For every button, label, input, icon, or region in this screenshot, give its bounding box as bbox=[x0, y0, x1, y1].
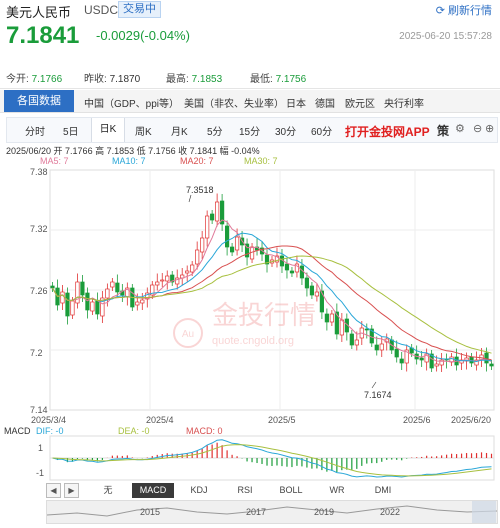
macd-tick: 1 bbox=[38, 443, 44, 453]
candle-body bbox=[85, 292, 90, 311]
candle-body bbox=[349, 333, 354, 346]
candle-body bbox=[394, 348, 399, 358]
candle-body bbox=[484, 352, 489, 364]
high-annotation: 7.3518 bbox=[186, 185, 214, 195]
indicator-tab-rsi[interactable]: RSI bbox=[224, 483, 266, 498]
candle-body bbox=[374, 344, 379, 351]
candle-body bbox=[234, 236, 240, 251]
overview-year: 2019 bbox=[314, 507, 335, 517]
candle-body bbox=[195, 249, 200, 265]
indicator-tabs: 无 MACD KDJ RSI BOLL WR DMI bbox=[46, 483, 496, 498]
range-overview[interactable] bbox=[46, 500, 498, 524]
candle-body bbox=[399, 358, 404, 364]
candle-body bbox=[304, 277, 310, 289]
candle-body bbox=[324, 313, 329, 323]
x-tick: 2025/4 bbox=[146, 415, 174, 425]
candle-body bbox=[185, 270, 190, 274]
macd-value: MACD: 0 bbox=[186, 426, 223, 436]
candle-body bbox=[284, 263, 290, 271]
candle-body bbox=[105, 288, 110, 299]
candle-body bbox=[65, 292, 70, 317]
indicator-tab-wr[interactable]: WR bbox=[316, 483, 358, 498]
indicator-tab-dmi[interactable]: DMI bbox=[362, 483, 404, 498]
candle-body bbox=[289, 270, 295, 274]
indicator-tab-boll[interactable]: BOLL bbox=[270, 483, 312, 498]
candle-body bbox=[80, 281, 85, 296]
candle-body bbox=[205, 215, 210, 239]
watermark-url: quote.cngold.org bbox=[212, 335, 294, 347]
x-tick: 2025/5 bbox=[268, 415, 296, 425]
indicator-tab-kdj[interactable]: KDJ bbox=[178, 483, 220, 498]
candle-body bbox=[140, 299, 145, 304]
x-tick: 2025/6/20 bbox=[451, 415, 492, 425]
macd-dea: DEA: -0 bbox=[118, 426, 150, 436]
kline-chart[interactable]: Au 金投行情 quote.cngold.org 7.3518 7.1674 bbox=[0, 0, 500, 528]
overview-year: 2017 bbox=[246, 507, 267, 517]
candle-body bbox=[95, 300, 100, 315]
candle-body bbox=[50, 285, 55, 289]
candle-body bbox=[489, 363, 494, 367]
macd-dif: DIF: -0 bbox=[36, 426, 64, 436]
candle-body bbox=[210, 213, 215, 221]
candle-body bbox=[215, 201, 220, 222]
candle-body bbox=[354, 339, 359, 346]
candle-body bbox=[110, 281, 115, 288]
overview-year: 2022 bbox=[380, 507, 401, 517]
macd-title: MACD bbox=[4, 426, 31, 436]
candle-body bbox=[364, 328, 369, 331]
candle-body bbox=[379, 343, 384, 351]
candle-body bbox=[200, 237, 205, 253]
candle-body bbox=[314, 291, 319, 297]
candle-body bbox=[225, 225, 230, 248]
candle-body bbox=[419, 357, 424, 361]
high-annotation-line bbox=[188, 194, 192, 203]
macd-tick: -1 bbox=[36, 468, 45, 478]
candle-body bbox=[70, 300, 75, 316]
range-selector bbox=[472, 501, 496, 523]
candle-body bbox=[329, 313, 334, 323]
candle-body bbox=[165, 275, 170, 282]
low-annotation-line bbox=[371, 381, 377, 389]
candle-body bbox=[160, 279, 165, 282]
x-tick: 2025/6 bbox=[403, 415, 431, 425]
watermark-logo-mark: Au bbox=[182, 329, 194, 340]
overview-year: 2015 bbox=[140, 507, 161, 517]
candle-body bbox=[190, 264, 195, 273]
candle-body bbox=[155, 281, 160, 286]
indicator-tab-macd[interactable]: MACD bbox=[132, 483, 174, 498]
candle-body bbox=[434, 363, 439, 367]
candle-body bbox=[299, 265, 305, 279]
watermark-brand: 金投行情 bbox=[212, 300, 316, 330]
candle-body bbox=[90, 301, 95, 312]
low-annotation: 7.1674 bbox=[364, 390, 392, 400]
overview-sparkline bbox=[46, 501, 498, 523]
candle-body bbox=[309, 285, 315, 296]
indicator-tab-none[interactable]: 无 bbox=[88, 483, 128, 498]
candle-body bbox=[115, 282, 120, 293]
candle-body bbox=[60, 291, 65, 304]
candle-body bbox=[229, 246, 235, 253]
x-tick: 2025/3/4 bbox=[31, 415, 67, 425]
candle-body bbox=[135, 301, 140, 306]
candle-body bbox=[339, 319, 344, 336]
